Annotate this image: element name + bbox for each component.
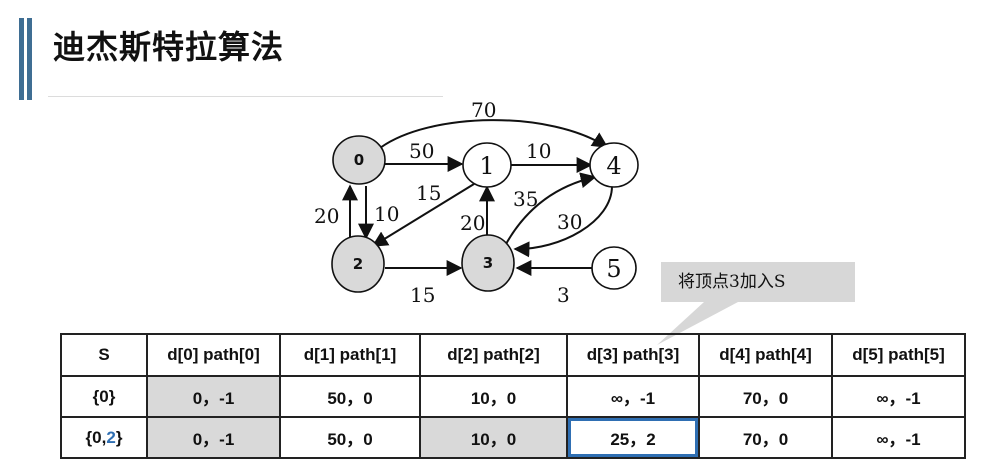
table-cell: 50，0 bbox=[279, 375, 421, 418]
node-label-1: 1 bbox=[479, 152, 494, 180]
table-cell: ∞，-1 bbox=[831, 375, 966, 418]
edge-weight-0-1: 50 bbox=[409, 139, 434, 163]
node-label-2: 2 bbox=[353, 255, 363, 273]
edge-weight-2-0: 20 bbox=[314, 204, 339, 228]
table-row: {0} 0，-1 50，0 10，0 ∞，-1 70，0 ∞，-1 bbox=[60, 375, 966, 418]
node-label-5: 5 bbox=[606, 255, 621, 283]
table-cell: ∞，-1 bbox=[831, 416, 966, 459]
edge-weight-1-2: 15 bbox=[416, 181, 441, 205]
table-cell: 10，0 bbox=[419, 375, 568, 418]
s-cell: {0} bbox=[60, 375, 148, 418]
table-cell: 70，0 bbox=[698, 375, 833, 418]
distance-table: S d[0] path[0] d[1] path[1] d[2] path[2]… bbox=[60, 333, 966, 459]
edge-weight-3-4: 35 bbox=[513, 187, 538, 211]
highlighted-cell: 25，2 bbox=[566, 416, 700, 459]
edge-weight-5-3: 3 bbox=[557, 283, 570, 307]
table-cell: 0，-1 bbox=[146, 416, 281, 459]
table-cell: 50，0 bbox=[279, 416, 421, 459]
table-cell: ∞，-1 bbox=[566, 375, 700, 418]
table-row: {0,2} 0，-1 50，0 10，0 25，2 70，0 ∞，-1 bbox=[60, 416, 966, 459]
edge-weight-4-3: 30 bbox=[557, 210, 582, 234]
node-label-3: 3 bbox=[483, 254, 493, 272]
header-d3: d[3] path[3] bbox=[566, 333, 700, 377]
header-d4: d[4] path[4] bbox=[698, 333, 833, 377]
new-vertex: 2 bbox=[106, 427, 116, 447]
edge-weight-3-1: 20 bbox=[460, 211, 485, 235]
header-d1: d[1] path[1] bbox=[279, 333, 421, 377]
header-d5: d[5] path[5] bbox=[831, 333, 966, 377]
table-cell: 70，0 bbox=[698, 416, 833, 459]
edge-weight-2-3: 15 bbox=[410, 283, 435, 307]
node-label-0: 0 bbox=[354, 151, 364, 169]
node-label-4: 4 bbox=[606, 152, 621, 180]
table-cell: 10，0 bbox=[419, 416, 568, 459]
header-d0: d[0] path[0] bbox=[146, 333, 281, 377]
table-cell: 0，-1 bbox=[146, 375, 281, 418]
edge-weight-1-4: 10 bbox=[526, 139, 551, 163]
edge-weight-0-4: 70 bbox=[471, 98, 496, 122]
callout-note: 将顶点3加入S bbox=[661, 262, 855, 302]
s-cell: {0,2} bbox=[60, 416, 148, 459]
header-s: S bbox=[60, 333, 148, 377]
edge-weight-0-2: 10 bbox=[374, 202, 399, 226]
header-d2: d[2] path[2] bbox=[419, 333, 568, 377]
table-header-row: S d[0] path[0] d[1] path[1] d[2] path[2]… bbox=[60, 333, 966, 377]
